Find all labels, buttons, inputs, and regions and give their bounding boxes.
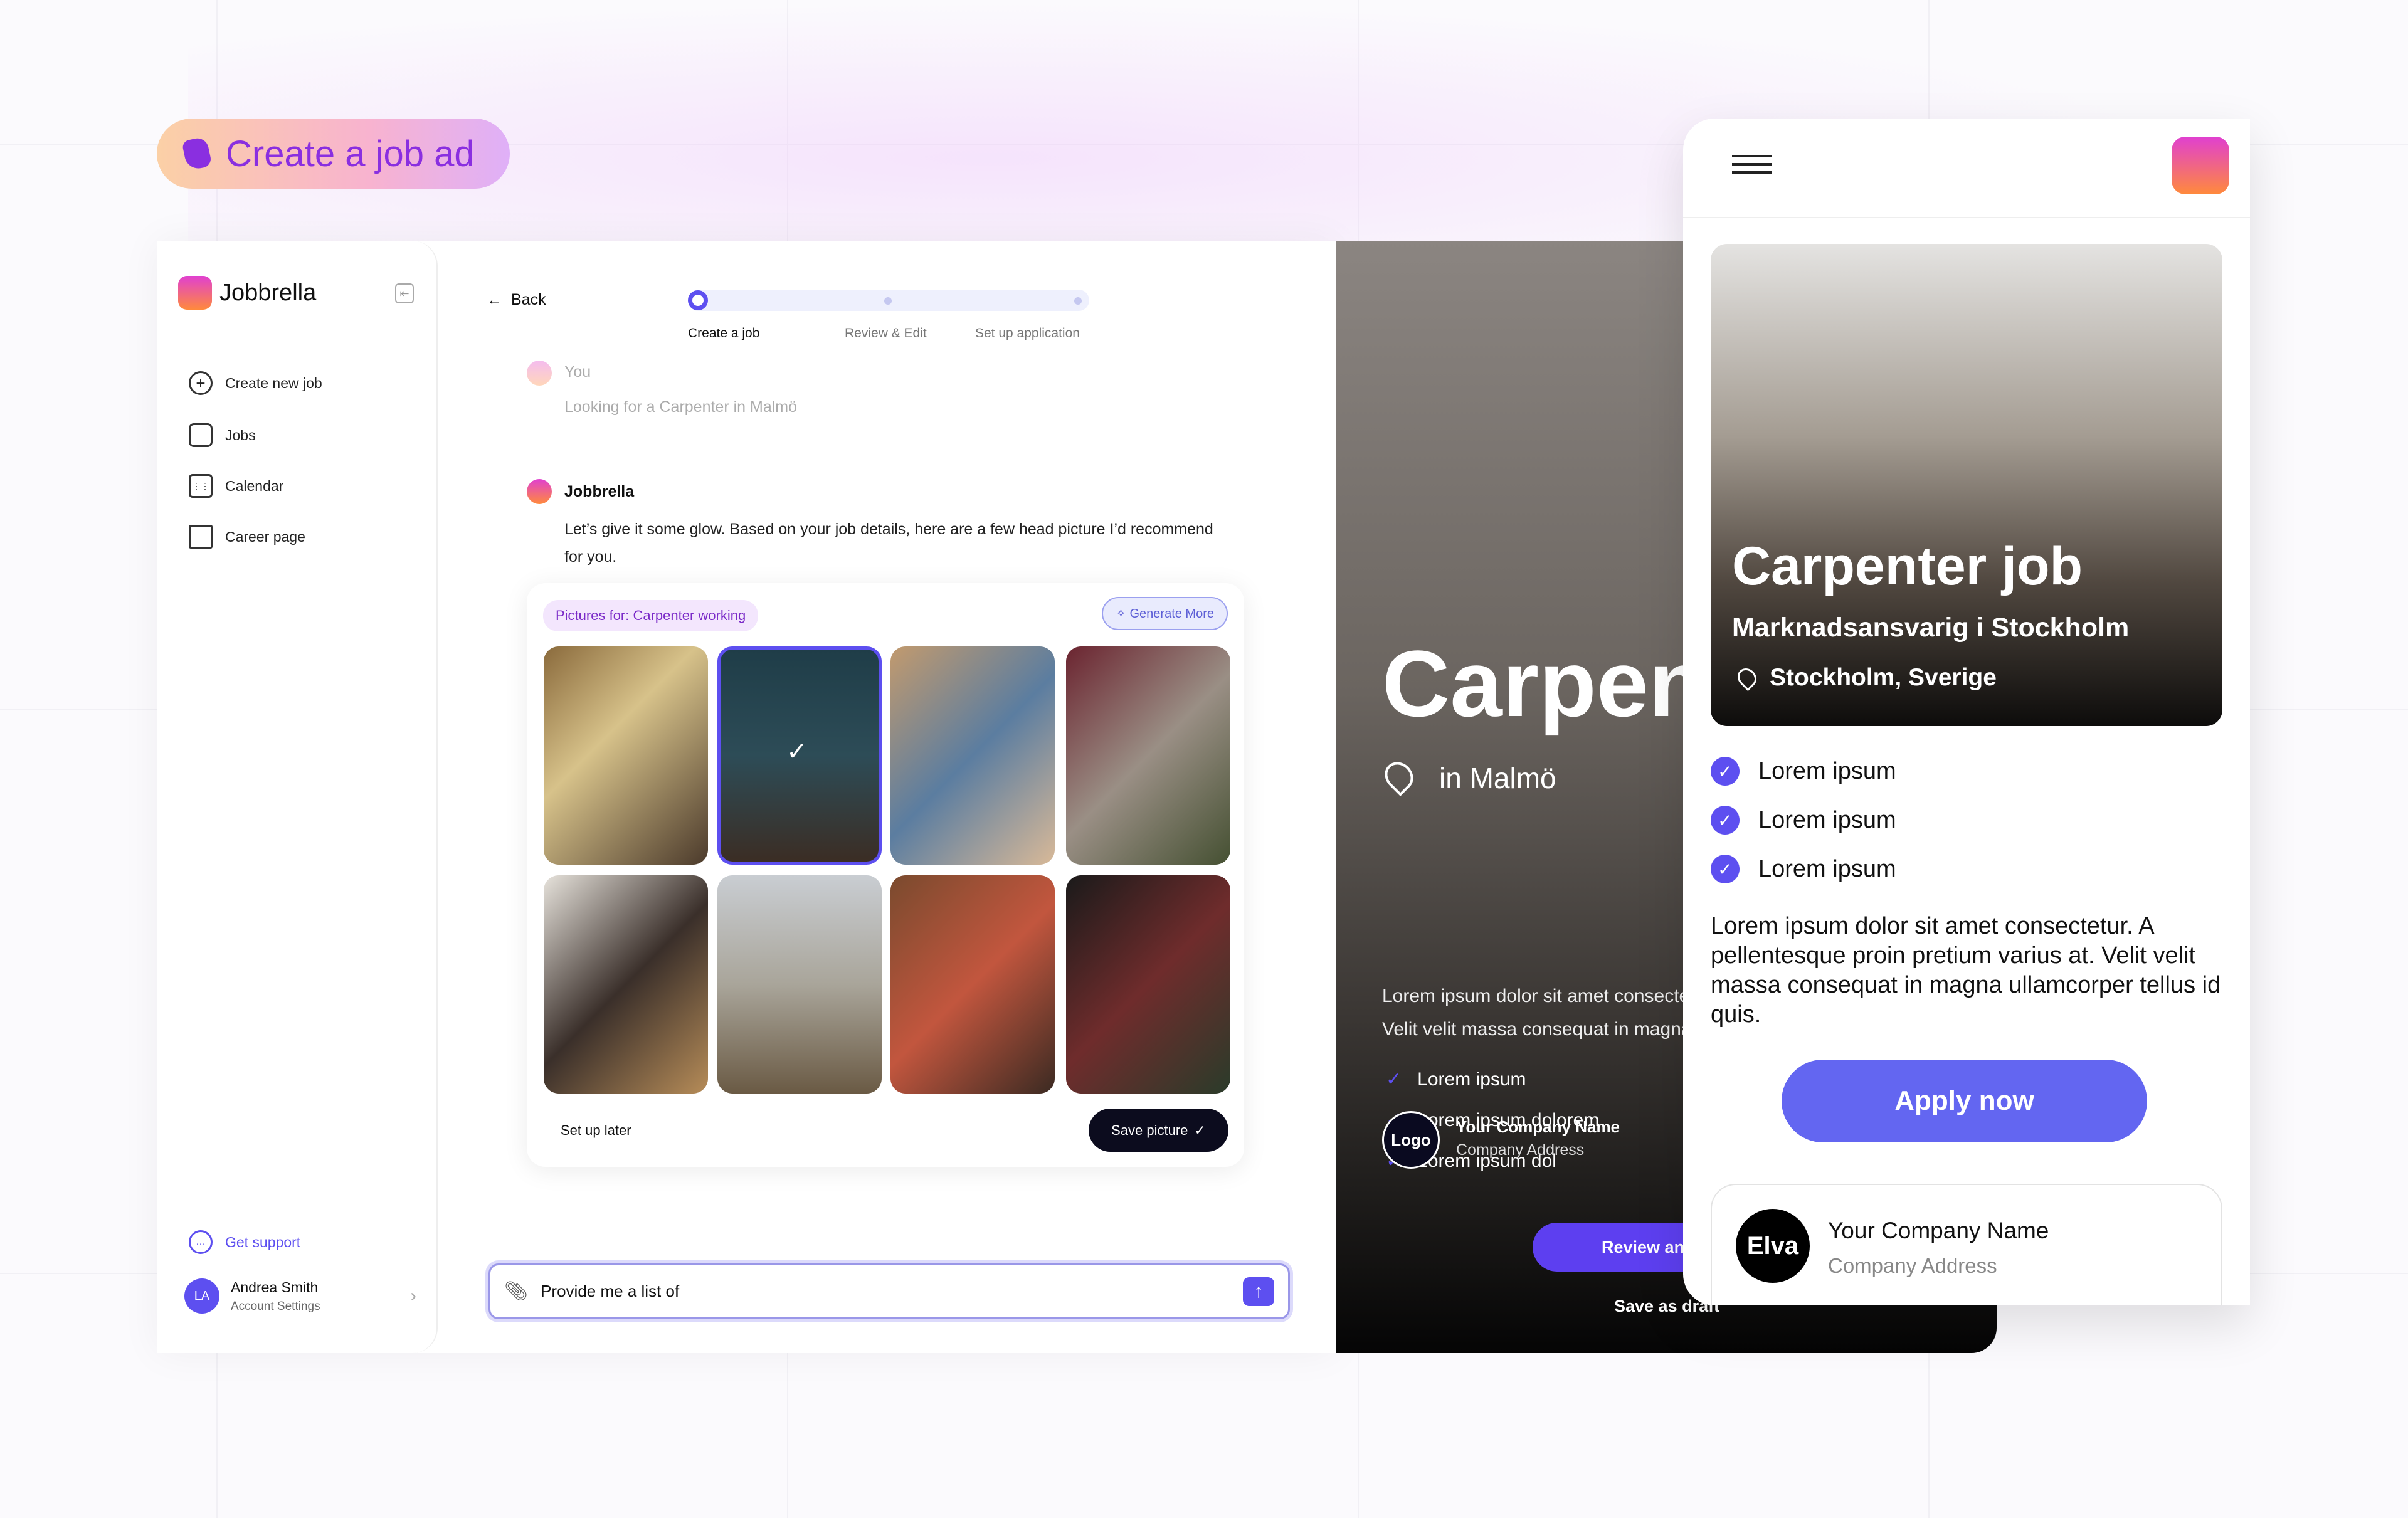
check-item: ✓ Lorem ipsum [1711,806,1896,835]
save-picture-label: Save picture [1111,1122,1188,1138]
step-dot-active[interactable] [688,290,708,310]
location-pin-icon [1379,756,1419,796]
bot-name: Jobbrella [564,483,635,500]
sidebar-item-jobs[interactable]: Jobs [189,423,256,447]
jobbrella-logo-icon [178,276,212,310]
check-text: Lorem ipsum [1758,855,1896,882]
chat-bubble-icon: … [189,1230,213,1254]
avatar: LA [184,1278,219,1314]
sidebar-item-career-page[interactable]: Career page [189,525,305,549]
picture-option[interactable] [1066,646,1230,865]
picture-option[interactable] [890,875,1055,1094]
nav-label: Career page [225,528,305,545]
check-text: Lorem ipsum [1758,806,1896,833]
mobile-hero: Carpenter job Marknadsansvarig i Stockho… [1711,244,2222,726]
banner-title: Create a job ad [226,133,475,174]
sidebar-item-calendar[interactable]: ⋮⋮ Calendar [189,474,283,498]
nav-label: Calendar [225,477,284,494]
back-label: Back [511,291,546,308]
company-address: Company Address [1456,1141,1585,1159]
bullet-text: Lorem ipsum [1417,1069,1526,1090]
company-logo: Elva [1736,1209,1810,1283]
location-pin-icon [1733,664,1761,692]
preview-location: in Malmö [1439,762,1556,794]
sidebar: Jobbrella ⇤ + Create new job Jobs ⋮⋮ Calen… [157,241,438,1353]
check-icon: ✓ [786,738,808,766]
collapse-sidebar-button[interactable]: ⇤ [395,283,414,303]
mobile-paragraph: Lorem ipsum dolor sit amet consectetur. … [1711,913,2221,1028]
company-address: Company Address [1828,1254,1997,1277]
picture-option[interactable] [544,646,708,865]
prompt-input[interactable]: 📎︎ Provide me a list of ↑ [488,1263,1290,1319]
generate-more-label: Generate More [1129,607,1214,621]
progress-stepper [688,290,1089,311]
hamburger-menu-icon[interactable] [1732,155,1772,174]
picture-option[interactable] [717,875,882,1094]
check-item: ✓ Lorem ipsum [1711,855,1896,883]
brand: Jobbrella [178,276,316,310]
send-button[interactable]: ↑ [1243,1277,1274,1306]
plus-circle-icon: + [189,371,213,395]
chevron-right-icon: › [410,1285,416,1306]
jobbrella-avatar-icon [527,479,552,504]
get-support-link[interactable]: … Get support [189,1230,300,1254]
check-circle-icon: ✓ [1711,806,1740,835]
bag-icon [189,423,213,447]
cards-icon [181,136,213,171]
account-settings-label: Account Settings [231,1299,320,1313]
company-card: Elva Your Company Name Company Address [1711,1184,2222,1305]
step-label-review: Review & Edit [845,326,927,340]
pictures-tag: Pictures for: Carpenter working [543,600,759,631]
user-message-text: Looking for a Carpenter in Malmö [564,398,798,416]
nav-label: Create new job [225,374,322,391]
user-name: Andrea Smith [231,1278,319,1295]
mobile-title: Carpenter job [1732,536,2083,596]
user-avatar-icon [527,361,552,386]
jobbrella-logo-icon [2172,137,2229,194]
apply-now-button[interactable]: Apply now [1782,1060,2147,1142]
save-picture-button[interactable]: Save picture ✓ [1089,1109,1228,1152]
user-name: You [564,363,591,381]
divider [1683,217,2250,218]
arrow-left-icon: ← [487,291,502,308]
mobile-checks: ✓ Lorem ipsum ✓ Lorem ipsum ✓ Lorem ipsum [1711,757,1896,883]
step-label-create: Create a job [688,326,760,340]
bullet-item: ✓ Lorem ipsum [1386,1068,1599,1090]
nav-label: Jobs [225,426,256,443]
picture-option[interactable] [1066,875,1230,1094]
step-dot[interactable] [1074,297,1082,305]
check-circle-icon: ✓ [1711,757,1740,786]
calendar-icon: ⋮⋮ [189,474,213,498]
sparkle-icon: ✧ [1116,607,1130,621]
prompt-text: Provide me a list of [541,1282,680,1300]
create-job-ad-banner: Create a job ad [157,119,510,189]
picture-option-selected[interactable]: ✓ [717,646,882,865]
picture-option[interactable] [890,646,1055,865]
sidebar-item-create-new-job[interactable]: + Create new job [189,371,322,395]
support-label: Get support [225,1233,301,1250]
company-name: Your Company Name [1828,1218,2049,1243]
check-text: Lorem ipsum [1758,757,1896,784]
brand-name: Jobbrella [219,279,317,306]
check-item: ✓ Lorem ipsum [1711,757,1896,786]
bot-message-text: Let’s give it some glow. Based on your j… [564,520,1213,566]
check-icon: ✓ [1386,1069,1418,1090]
paperclip-icon[interactable]: 📎︎ [504,1280,528,1302]
mobile-location: Stockholm, Sverige [1770,664,1997,691]
company-logo: Logo [1382,1111,1440,1169]
building-icon [189,525,213,549]
account-settings[interactable]: LA Andrea Smith Account Settings › [184,1278,416,1314]
check-circle-icon: ✓ [1711,855,1740,883]
check-icon: ✓ [1194,1122,1206,1138]
step-dot[interactable] [884,297,892,305]
picture-option[interactable] [544,875,708,1094]
mobile-preview: Carpenter job Marknadsansvarig i Stockho… [1683,119,2250,1305]
pictures-card: Pictures for: Carpenter working ✧ Genera… [527,583,1244,1167]
back-button[interactable]: ← Back [487,291,546,309]
mobile-subtitle: Marknadsansvarig i Stockholm [1732,613,2130,643]
set-up-later-button[interactable]: Set up later [561,1122,631,1139]
step-label-setup: Set up application [975,326,1080,340]
company-name: Your Company Name [1456,1117,1620,1136]
generate-more-button[interactable]: ✧ Generate More [1102,597,1228,630]
